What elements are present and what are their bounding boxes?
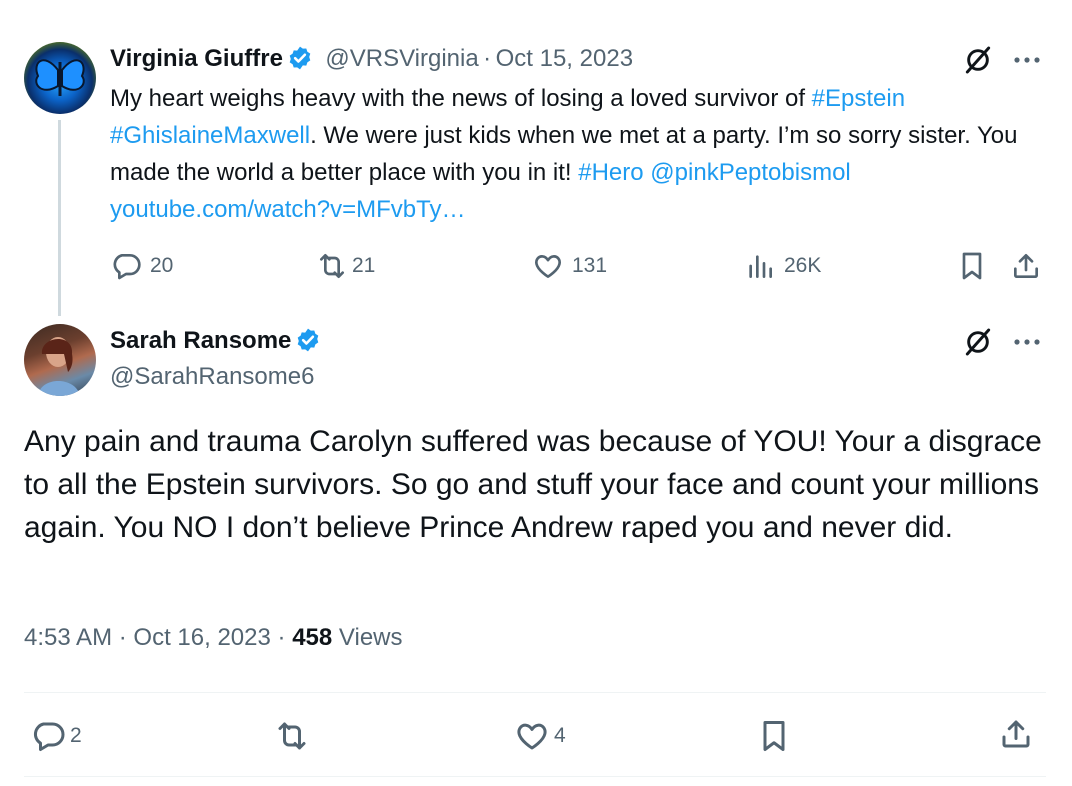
heart-icon (517, 723, 547, 750)
tweet-link[interactable]: #Hero (578, 159, 643, 186)
more-options-icon[interactable] (1012, 332, 1042, 352)
reply-button[interactable]: 2 (30, 718, 82, 754)
bookmark-button[interactable] (956, 250, 988, 282)
like-button[interactable]: 4 (514, 718, 566, 754)
separator: · (277, 624, 286, 651)
views-button[interactable]: 26K (744, 250, 821, 282)
reply-icon (33, 722, 65, 751)
avatar-sarah[interactable] (24, 324, 96, 396)
tweet-meta: 4:53 AM · Oct 16, 2023 · 458 Views (24, 624, 403, 652)
person-photo-icon (38, 337, 80, 396)
repost-icon (278, 722, 306, 750)
repost-icon (320, 254, 344, 278)
separator: · (483, 45, 492, 72)
tweet-link[interactable]: youtube.com/watch?v=MFvbTy… (110, 196, 465, 223)
verified-badge-icon (289, 46, 311, 70)
tweet-text-segment: My heart weighs heavy with the news of l… (110, 85, 812, 112)
views-count: 458 (292, 624, 333, 651)
tweet-text: Any pain and trauma Carolyn suffered was… (24, 425, 1042, 544)
views-label: Views (338, 624, 403, 651)
butterfly-icon (35, 59, 85, 96)
tweet2-header: Sarah Ransome (110, 324, 321, 361)
share-button[interactable] (1010, 250, 1042, 282)
like-count: 4 (554, 724, 566, 747)
share-icon (1014, 254, 1038, 278)
tweet1-header: Virginia Giuffre @VRSVirginia · Oct 15, … (110, 42, 633, 79)
thread-line (58, 120, 61, 316)
reply-count: 2 (70, 724, 82, 747)
tweet-link[interactable]: #GhislaineMaxwell (110, 122, 310, 149)
separator: · (118, 624, 127, 651)
tweet-date[interactable]: Oct 16, 2023 (133, 624, 270, 651)
tweet-link[interactable]: #Epstein (812, 85, 905, 112)
tweet-date[interactable]: Oct 15, 2023 (496, 45, 633, 72)
reply-icon (113, 254, 141, 280)
tweet-text: My heart weighs heavy with the news of l… (110, 80, 1050, 228)
verified-badge-icon (298, 328, 319, 352)
divider (24, 692, 1046, 693)
heart-icon (535, 255, 561, 278)
reply-count: 20 (150, 254, 174, 277)
share-icon (1002, 720, 1030, 748)
tweet-link[interactable]: @pinkPeptobismol (650, 159, 850, 186)
author-handle[interactable]: @VRSVirginia (325, 45, 478, 72)
share-button[interactable] (998, 716, 1034, 752)
grok-icon[interactable] (962, 326, 994, 358)
tweet-time[interactable]: 4:53 AM (24, 624, 112, 651)
repost-count: 21 (352, 254, 376, 277)
tweet-text-segment (851, 159, 864, 186)
bookmark-icon (962, 252, 982, 280)
grok-icon[interactable] (962, 44, 994, 76)
views-chart-icon (749, 255, 772, 278)
views-count: 26K (784, 254, 822, 277)
reply-button[interactable]: 20 (110, 250, 173, 282)
author-handle[interactable]: @SarahRansome6 (110, 360, 314, 394)
repost-button[interactable]: 21 (316, 250, 375, 282)
avatar-virginia[interactable] (24, 42, 96, 114)
author-name[interactable]: Virginia Giuffre (110, 45, 283, 72)
repost-button[interactable] (274, 718, 310, 754)
author-name[interactable]: Sarah Ransome (110, 327, 291, 354)
bookmark-button[interactable] (756, 718, 792, 754)
like-count: 131 (572, 254, 608, 277)
like-button[interactable]: 131 (532, 250, 607, 282)
more-options-icon[interactable] (1012, 50, 1042, 70)
divider (24, 776, 1046, 777)
tweet-text-segment (905, 85, 912, 112)
bookmark-icon (763, 721, 785, 751)
